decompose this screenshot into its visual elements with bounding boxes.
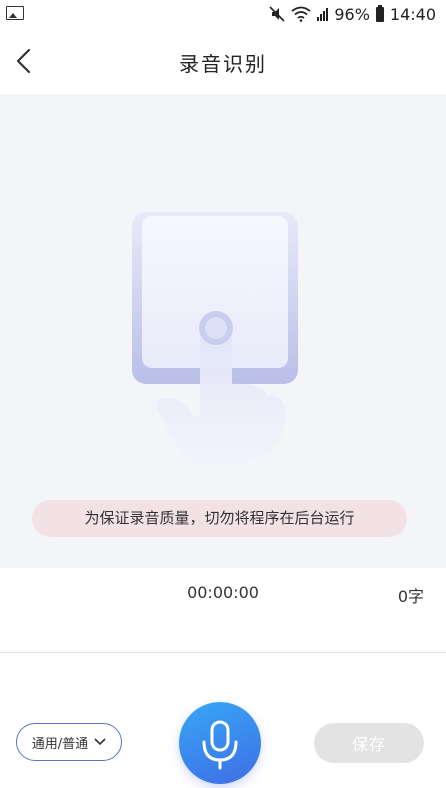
signal-icon: [317, 7, 329, 21]
status-bar: 96% 14:40: [0, 0, 446, 28]
mute-icon: [269, 6, 285, 22]
status-icons: 96% 14:40: [269, 4, 436, 24]
tap-hand-illustration: [132, 212, 298, 466]
microphone-icon: [202, 720, 238, 770]
status-time: 14:40: [389, 4, 436, 24]
image-icon: [6, 6, 24, 20]
divider: [0, 652, 446, 653]
word-count: 0字: [397, 587, 424, 606]
language-label: 通用/普通: [31, 736, 89, 752]
recording-stage: 为保证录音质量，切勿将程序在后台运行: [0, 94, 446, 568]
page-title: 录音识别: [179, 52, 267, 76]
recording-counter: 00:00:00 0字: [0, 568, 446, 652]
background-warning-tip: 为保证录音质量，切勿将程序在后台运行: [32, 500, 407, 537]
battery-icon: [375, 4, 384, 22]
recording-timer: 00:00:00: [187, 583, 259, 602]
header: 录音识别: [0, 28, 446, 94]
save-button[interactable]: 保存: [314, 723, 424, 763]
battery-percent: 96%: [334, 4, 370, 24]
record-button[interactable]: [179, 702, 261, 784]
wifi-icon: [291, 6, 311, 22]
language-select[interactable]: 通用/普通: [16, 723, 122, 761]
chevron-down-icon: [94, 738, 106, 746]
